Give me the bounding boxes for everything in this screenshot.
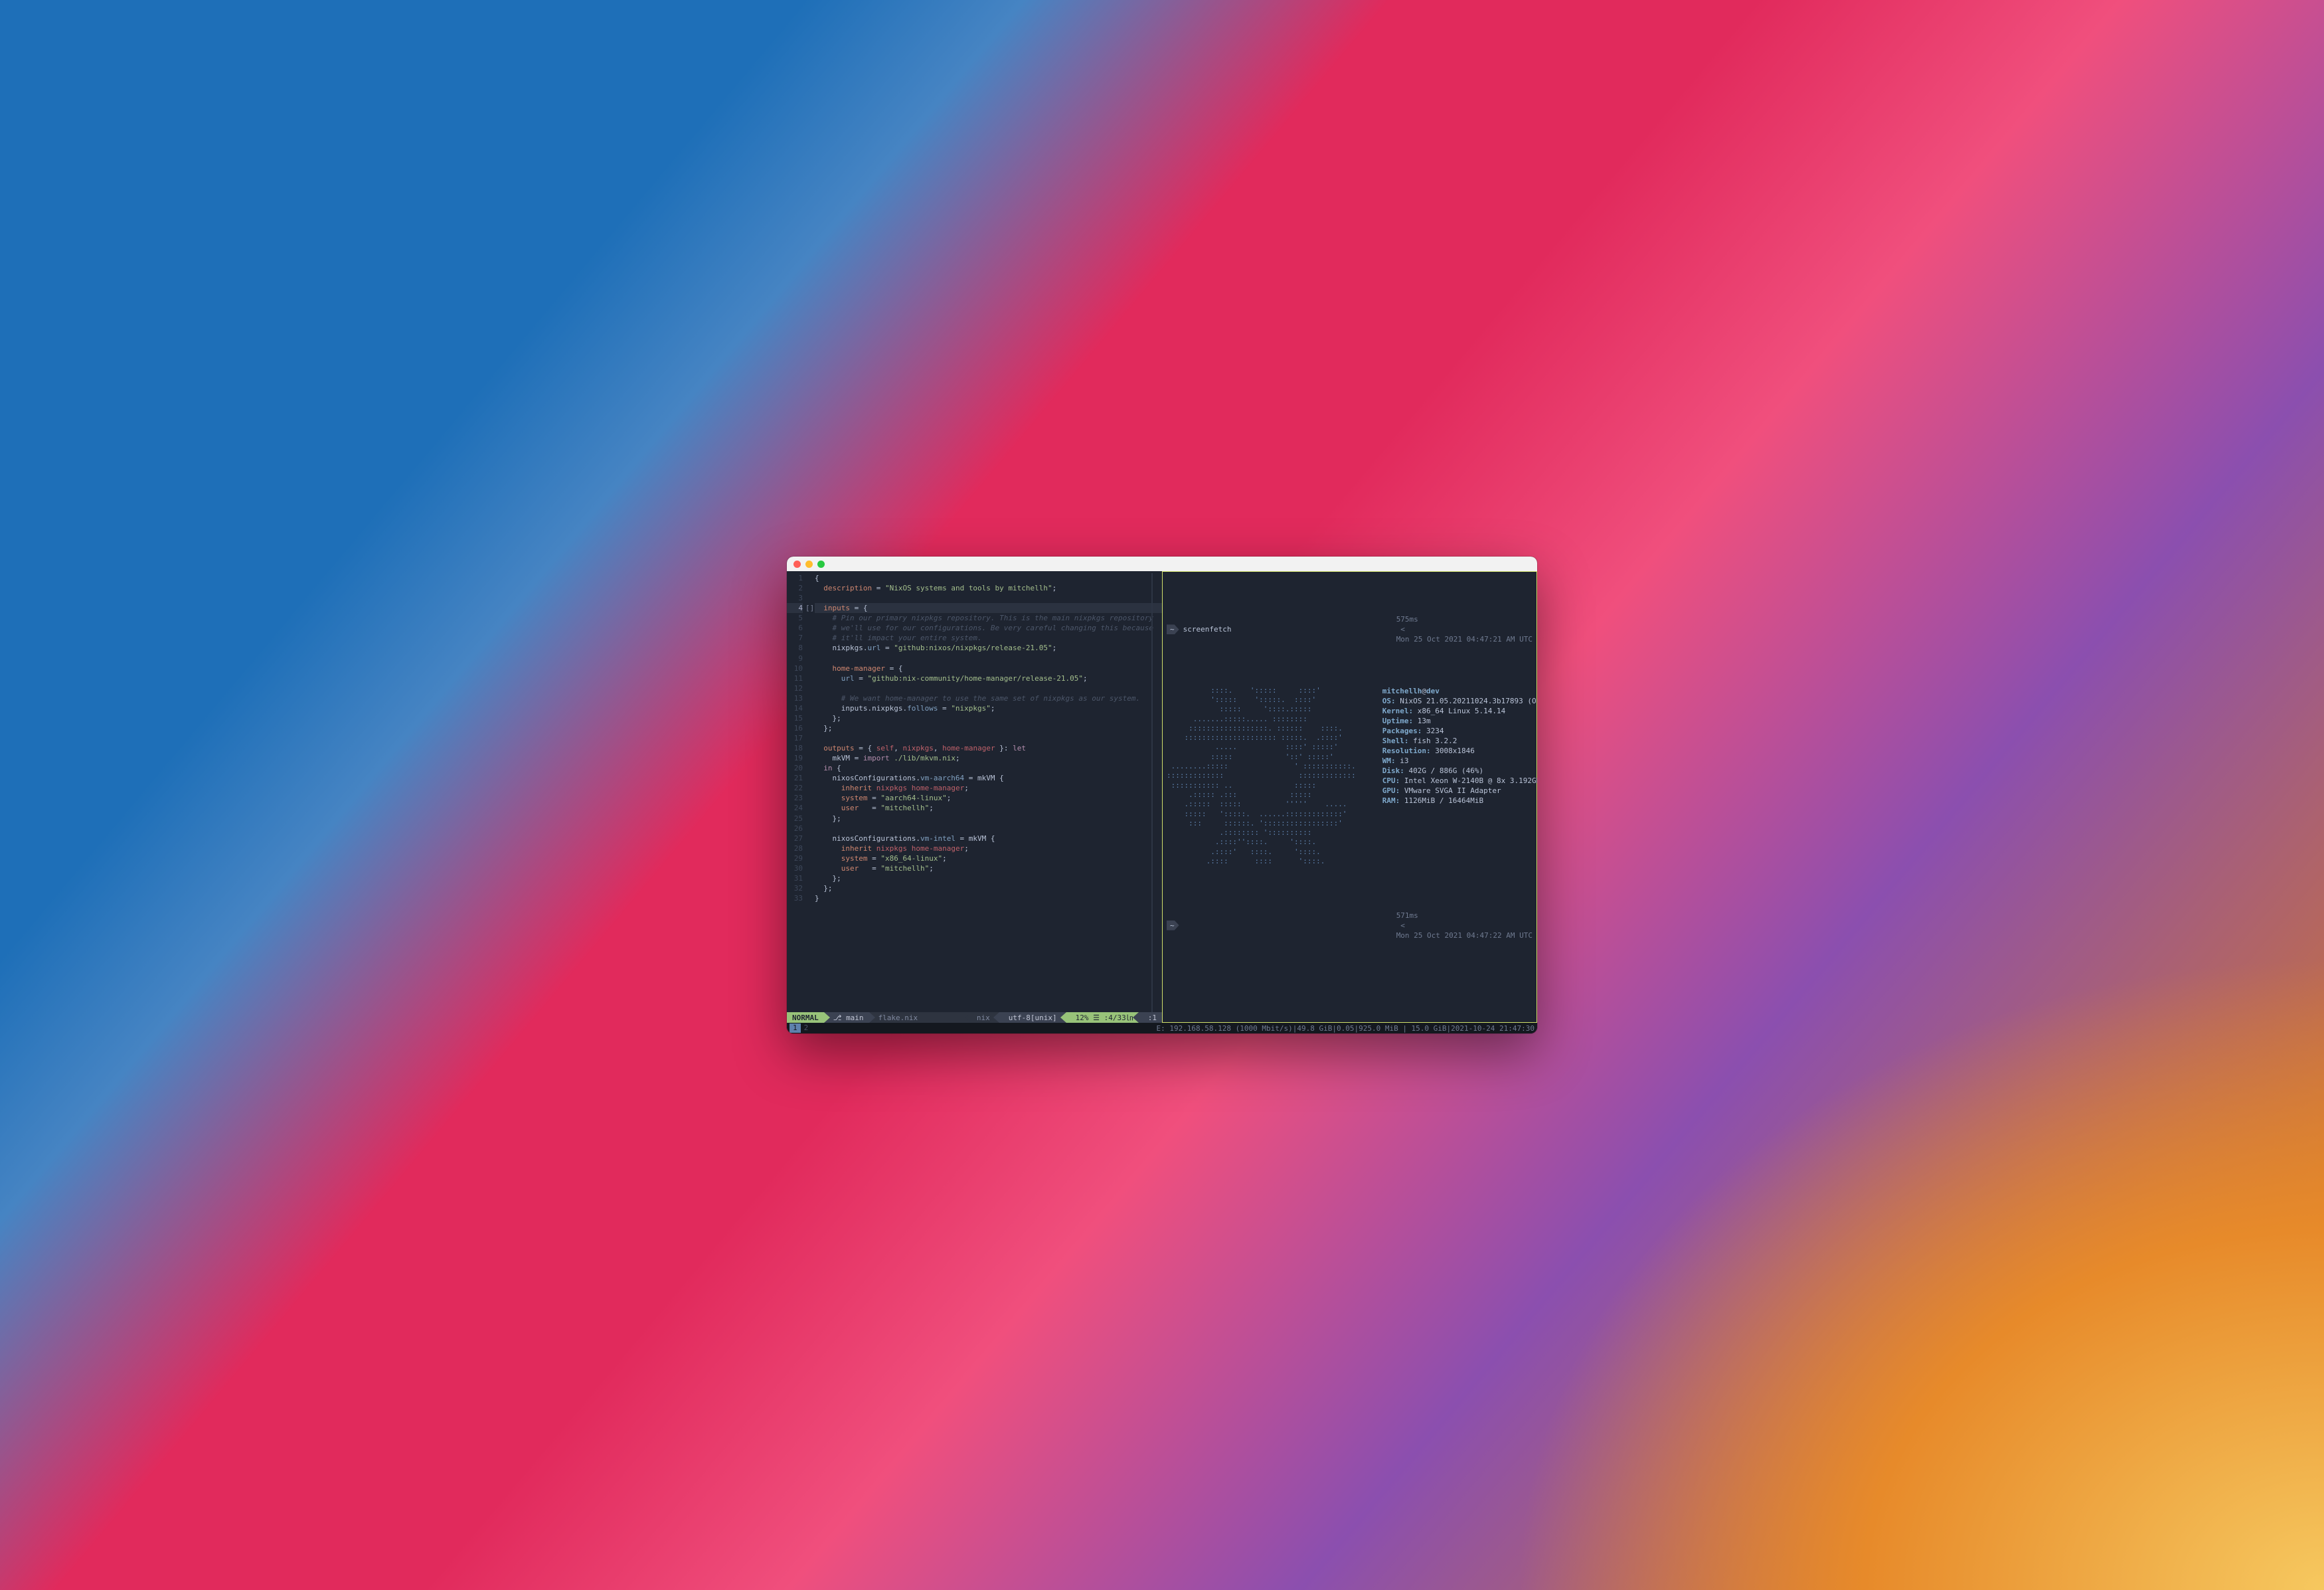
code-line[interactable]: description = "NixOS systems and tools b… [815,583,1162,593]
info-row: CPU: Intel Xeon W-2140B @ 8x 3.192GHz [1382,776,1537,786]
prompt-path: ~ [1167,921,1179,930]
code-line[interactable]: # it'll impact your entire system. [815,633,1162,643]
code-line[interactable]: nixpkgs.url = "github:nixos/nixpkgs/rele… [815,643,1162,653]
tmux-body: 1234567891011121314151617181920212223242… [787,571,1537,1023]
code-line[interactable]: inherit nixpkgs home-manager; [815,843,1162,853]
editor[interactable]: 1234567891011121314151617181920212223242… [787,571,1162,1012]
branch-icon: ⎇ [833,1014,842,1022]
code-line[interactable]: outputs = { self, nixpkgs, home-manager … [815,743,1162,753]
code-line[interactable]: }; [815,713,1162,723]
screenfetch-output: ::::. '::::: ::::' '::::: ':::::. ::::' … [1167,686,1533,867]
code-line[interactable]: system = "x86_64-linux"; [815,853,1162,863]
chevron-left-icon: < [1396,625,1410,634]
code-line[interactable] [815,593,1162,603]
tmux-statusbar: 1 2 E: 192.168.58.128 (1000 Mbit/s)|49.8… [787,1023,1537,1033]
code-line[interactable]: }; [815,814,1162,824]
prompt-command: screenfetch [1183,624,1232,634]
shell-pane[interactable]: ~ screenfetch 575ms < Mon 25 Oct 2021 04… [1162,571,1537,1023]
tmux-window-active[interactable]: 1 [789,1023,801,1033]
sign-column: [] [805,573,815,1012]
code-line[interactable]: nixosConfigurations.vm-aarch64 = mkVM { [815,773,1162,783]
code-line[interactable]: url = "github:nix-community/home-manager… [815,673,1162,683]
code-line[interactable]: home-manager = { [815,663,1162,673]
prompt-timestamp: Mon 25 Oct 2021 04:47:21 AM UTC [1396,635,1533,644]
minimize-icon[interactable] [805,561,813,568]
branch-segment: ⎇ main [824,1012,869,1023]
code-line[interactable]: inputs = { [815,603,1162,613]
code-line[interactable] [815,654,1162,663]
code-line[interactable]: }; [815,883,1162,893]
close-icon[interactable] [793,561,801,568]
info-row: Shell: fish 3.2.2 [1382,736,1537,746]
ascii-logo: ::::. '::::: ::::' '::::: ':::::. ::::' … [1167,686,1356,867]
vim-pane[interactable]: 1234567891011121314151617181920212223242… [787,571,1162,1023]
prompt-row-1: ~ screenfetch 575ms < Mon 25 Oct 2021 04… [1167,604,1533,654]
line-number-gutter: 1234567891011121314151617181920212223242… [787,573,805,1012]
code-line[interactable]: # We want home-manager to use the same s… [815,693,1162,703]
encoding-segment: utf-8[unix] [999,1012,1066,1023]
info-row: GPU: VMware SVGA II Adapter [1382,786,1537,796]
info-row: WM: i3 [1382,756,1537,766]
code-line[interactable]: }; [815,873,1162,883]
code-line[interactable]: system = "aarch64-linux"; [815,793,1162,803]
code-line[interactable]: in { [815,763,1162,773]
prompt-row-2: ~ 571ms < Mon 25 Oct 2021 04:47:22 AM UT… [1167,901,1533,950]
titlebar[interactable] [787,557,1537,571]
cmd-duration: 575ms [1396,615,1418,624]
zoom-icon[interactable] [817,561,825,568]
code-line[interactable]: }; [815,723,1162,733]
code-line[interactable] [815,733,1162,743]
code-line[interactable]: inputs.nixpkgs.follows = "nixpkgs"; [815,703,1162,713]
terminal-window: 1234567891011121314151617181920212223242… [787,557,1537,1033]
info-row: Kernel: x86_64 Linux 5.14.14 [1382,706,1537,716]
code-line[interactable] [815,683,1162,693]
info-row: OS: NixOS 21.05.20211024.3b17893 (Okapi) [1382,696,1537,706]
shell-output[interactable]: ~ screenfetch 575ms < Mon 25 Oct 2021 04… [1163,572,1536,1022]
tmux-window-inactive[interactable]: 2 [801,1023,812,1033]
chevron-left-icon: < [1396,921,1410,930]
column-segment: :1 [1139,1012,1162,1023]
code-line[interactable]: nixosConfigurations.vm-intel = mkVM { [815,834,1162,843]
vim-statusline: NORMAL ⎇ main flake.nix nix utf-8[unix] … [787,1012,1162,1023]
info-row: Disk: 402G / 886G (46%) [1382,766,1537,776]
position-segment: 12% ☰ :4/33㏑ [1066,1012,1139,1023]
code-line[interactable]: # Pin our primary nixpkgs repository. Th… [815,613,1162,623]
prompt-timestamp: Mon 25 Oct 2021 04:47:22 AM UTC [1396,931,1533,940]
code-line[interactable] [815,824,1162,834]
info-row: Resolution: 3008x1846 [1382,746,1537,756]
tmux-status-right: E: 192.168.58.128 (1000 Mbit/s)|49.8 GiB… [1156,1024,1535,1033]
code-line[interactable]: # we'll use for our configurations. Be v… [815,623,1162,633]
code-area[interactable]: { description = "NixOS systems and tools… [815,573,1162,1012]
code-line[interactable]: inherit nixpkgs home-manager; [815,783,1162,793]
info-row: Packages: 3234 [1382,726,1537,736]
code-line[interactable]: } [815,893,1162,903]
info-row: Uptime: 13m [1382,716,1537,726]
code-line[interactable]: user = "mitchellh"; [815,803,1162,813]
code-line[interactable]: mkVM = import ./lib/mkvm.nix; [815,753,1162,763]
mode-segment: NORMAL [787,1012,824,1023]
cmd-duration: 571ms [1396,911,1418,920]
file-segment: flake.nix [869,1012,971,1023]
code-line[interactable]: user = "mitchellh"; [815,863,1162,873]
code-line[interactable]: { [815,573,1162,583]
system-info: mitchellh@devOS: NixOS 21.05.20211024.3b… [1382,686,1537,867]
prompt-path: ~ [1167,624,1179,634]
info-row: RAM: 1126MiB / 16464MiB [1382,796,1537,806]
user-host: mitchellh@dev [1382,686,1537,696]
